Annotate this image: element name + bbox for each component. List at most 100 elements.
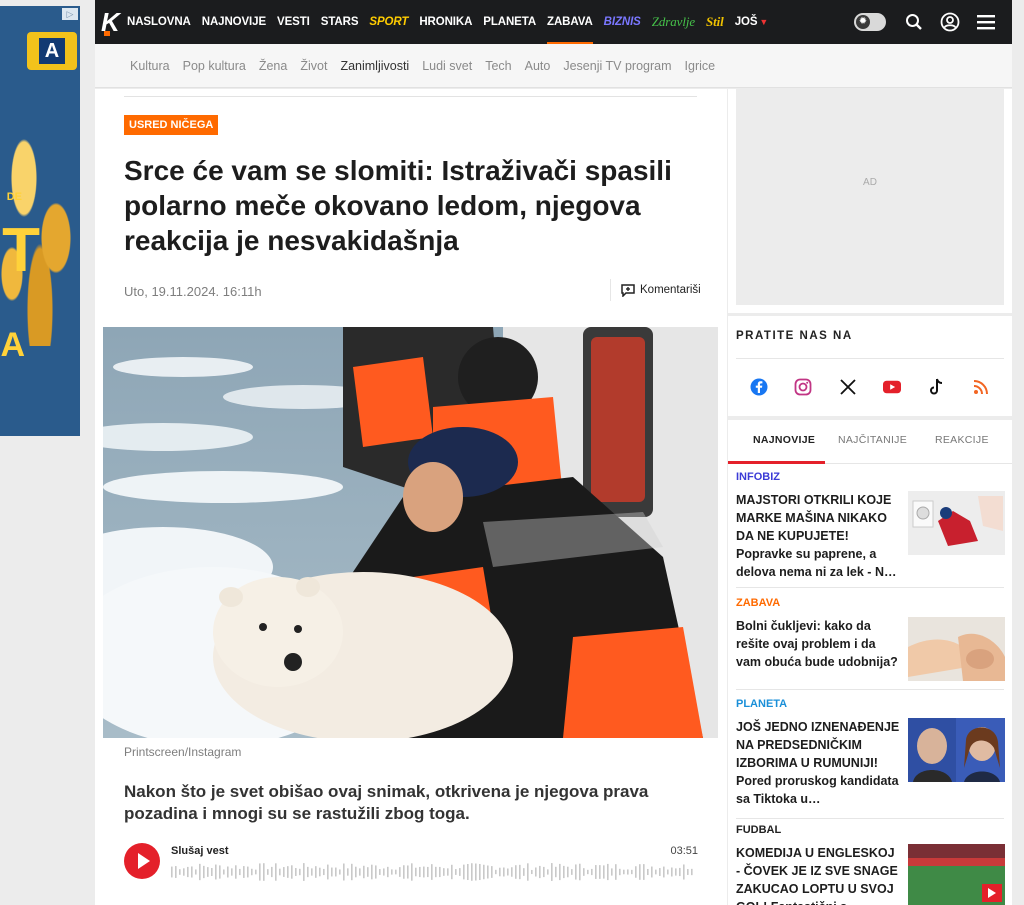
subnav-item-zanimljivosti[interactable]: Zanimljivosti [340, 59, 409, 73]
item-title[interactable]: KOMEDIJA U ENGLESKOJ - ČOVEK JE IZ SVE S… [736, 844, 901, 905]
waveform-bar [471, 863, 473, 881]
chevron-down-icon: ▼ [759, 17, 769, 27]
waveform-bar [211, 868, 213, 876]
waveform-bar [267, 869, 269, 875]
waveform-bar [575, 864, 577, 880]
waveform-bar [511, 867, 513, 877]
item-thumbnail[interactable] [908, 718, 1005, 782]
waveform-bar [187, 866, 189, 878]
rss-icon[interactable] [972, 378, 990, 396]
waveform-bar [311, 868, 313, 876]
youtube-icon[interactable] [883, 378, 901, 396]
nav-item-najnovije[interactable]: NAJNOVIJE [202, 0, 266, 44]
audio-duration: 03:51 [670, 845, 698, 857]
ad-choices-icon[interactable]: ▷ [62, 8, 78, 20]
ad-big-letter: T [2, 216, 40, 285]
divider [736, 818, 1004, 819]
audio-waveform[interactable] [171, 861, 698, 883]
nav-item-planeta[interactable]: PLANETA [483, 0, 536, 44]
waveform-bar [319, 867, 321, 877]
ad-placeholder[interactable]: AD [736, 89, 1004, 305]
waveform-bar [563, 865, 565, 879]
waveform-bar [335, 867, 337, 877]
waveform-bar [683, 864, 685, 880]
x-icon[interactable] [839, 378, 857, 396]
subnav-item-igrice[interactable]: Igrice [685, 59, 716, 73]
waveform-bar [691, 868, 693, 876]
waveform-bar [639, 864, 641, 880]
nav-item-stil[interactable]: Stil [706, 0, 724, 44]
waveform-bar [223, 869, 225, 875]
waveform-bar [395, 869, 397, 875]
subnav-item-ludi-svet[interactable]: Ludi svet [422, 59, 472, 73]
active-tab-indicator [728, 461, 825, 464]
user-account-icon[interactable] [940, 12, 960, 32]
article-headline: Srce će vam se slomiti: Istraživači spas… [124, 155, 672, 256]
subnav-item-jesenji-tv[interactable]: Jesenji TV program [563, 59, 671, 73]
tiktok-icon[interactable] [928, 378, 946, 396]
waveform-bar [399, 867, 401, 877]
category-badge[interactable]: USRED NIČEGA [124, 115, 219, 135]
article-photo[interactable] [103, 327, 718, 738]
waveform-bar [175, 866, 177, 878]
subnav-item-zena[interactable]: Žena [259, 59, 288, 73]
waveform-bar [431, 864, 433, 880]
facebook-icon[interactable] [750, 378, 768, 396]
waveform-bar [491, 866, 493, 878]
waveform-bar [603, 865, 605, 879]
divider [124, 96, 697, 97]
item-title[interactable]: Bolni čukljevi: kako da rešite ovaj prob… [736, 617, 901, 671]
left-ad-banner[interactable]: ▷ A DE T A [0, 6, 80, 436]
item-title[interactable]: JOŠ JEDNO IZNENAĐENJE NA PREDSEDNIČKIM I… [736, 718, 901, 808]
waveform-bar [315, 866, 317, 878]
nav-item-stars[interactable]: STARS [321, 0, 359, 44]
hamburger-menu-icon[interactable] [976, 12, 996, 32]
waveform-bar [591, 868, 593, 876]
comment-icon [621, 283, 635, 297]
item-thumbnail[interactable] [908, 617, 1005, 681]
sub-navigation: Kultura Pop kultura Žena Život Zanimljiv… [95, 44, 1012, 88]
list-item[interactable]: FUDBAL KOMEDIJA U ENGLESKOJ - ČOVEK JE I… [736, 824, 1005, 905]
ad-small-text: DE [6, 191, 22, 203]
nav-item-vesti[interactable]: VESTI [277, 0, 310, 44]
subnav-item-zivot[interactable]: Život [300, 59, 327, 73]
waveform-bar [479, 863, 481, 881]
subnav-item-tech[interactable]: Tech [485, 59, 511, 73]
item-thumbnail[interactable] [908, 491, 1005, 555]
play-button[interactable] [124, 843, 160, 879]
tab-reakcije[interactable]: REAKCIJE [935, 434, 989, 446]
subnav-item-auto[interactable]: Auto [525, 59, 551, 73]
nav-item-naslovna[interactable]: NASLOVNA [127, 0, 191, 44]
list-item[interactable]: PLANETA JOŠ JEDNO IZNENAĐENJE NA PREDSED… [736, 698, 1005, 806]
item-thumbnail[interactable] [908, 844, 1005, 905]
nav-item-zabava[interactable]: ZABAVA [547, 0, 593, 44]
latest-tabs: NAJNOVIJE NAJČITANIJE REAKCIJE [728, 420, 1012, 464]
nav-item-jos[interactable]: JOŠ ▼ [735, 0, 769, 44]
site-logo[interactable]: K [101, 9, 120, 36]
search-icon[interactable] [904, 12, 924, 32]
list-item[interactable]: ZABAVA Bolni čukljevi: kako da rešite ov… [736, 597, 1005, 681]
comment-button[interactable]: Komentariši [610, 279, 701, 301]
item-title[interactable]: MAJSTORI OTKRILI KOJE MARKE MAŠINA NIKAK… [736, 491, 901, 581]
subnav-item-kultura[interactable]: Kultura [130, 59, 170, 73]
waveform-bar [587, 869, 589, 875]
item-category: INFOBIZ [736, 471, 780, 483]
tab-najnovije[interactable]: NAJNOVIJE [753, 434, 815, 446]
waveform-bar [663, 866, 665, 878]
tab-najcitanije[interactable]: NAJČITANIJE [838, 434, 907, 446]
waveform-bar [243, 866, 245, 878]
nav-item-sport[interactable]: SPORT [369, 0, 408, 44]
subnav-item-pop-kultura[interactable]: Pop kultura [183, 59, 246, 73]
waveform-bar [679, 867, 681, 877]
nav-item-zdravlje[interactable]: Zdravlje [652, 0, 695, 44]
list-item[interactable]: INFOBIZ MAJSTORI OTKRILI KOJE MARKE MAŠI… [736, 471, 1005, 579]
theme-toggle[interactable]: ✹ [854, 13, 886, 31]
waveform-bar [419, 866, 421, 878]
nav-item-biznis[interactable]: BIZNIS [604, 0, 641, 44]
follow-title: PRATITE NAS NA [736, 330, 853, 342]
nav-item-hronika[interactable]: HRONIKA [419, 0, 472, 44]
waveform-bar [503, 867, 505, 877]
waveform-bar [527, 863, 529, 881]
ad-brand-letter: A [39, 38, 65, 64]
instagram-icon[interactable] [794, 378, 812, 396]
